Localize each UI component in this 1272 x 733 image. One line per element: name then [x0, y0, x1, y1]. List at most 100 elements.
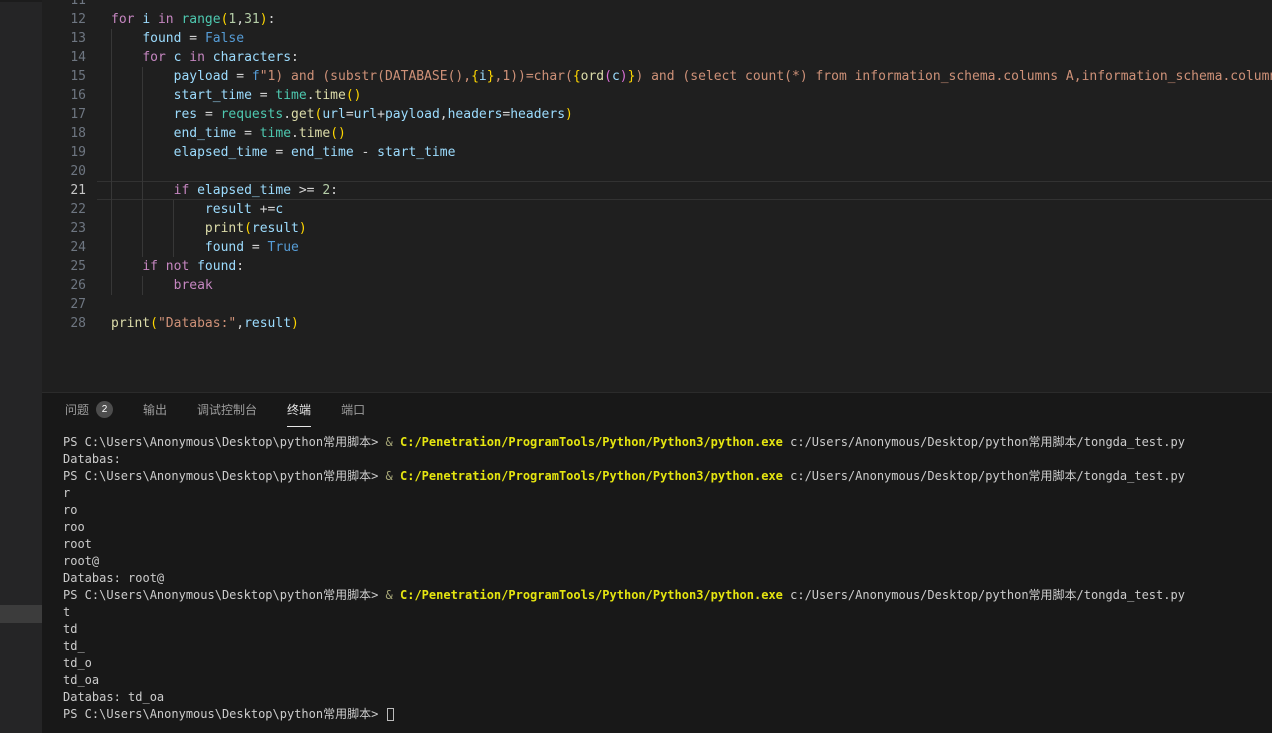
code-token: ) and (select count(*) from information_…	[635, 69, 1272, 84]
line-number: 25	[42, 257, 86, 276]
code-text: break	[111, 276, 213, 295]
code-token: ord	[581, 69, 604, 84]
code-line[interactable]: 23 print(result)	[42, 219, 1272, 238]
line-number: 15	[42, 67, 86, 86]
code-line[interactable]: 28print("Databas:",result)	[42, 314, 1272, 333]
code-token: print	[111, 316, 150, 331]
code-line[interactable]: 15 payload = f"1) and (substr(DATABASE()…	[42, 67, 1272, 86]
code-token: {	[573, 69, 581, 84]
line-number: 13	[42, 29, 86, 48]
code-token: end_time	[291, 145, 361, 160]
code-token: 2	[322, 183, 330, 198]
code-token: payload	[174, 69, 237, 84]
code-token: url	[322, 107, 345, 122]
panel-tab-debug-console[interactable]: 调试控制台	[197, 393, 257, 427]
panel-tab-terminal-label: 终端	[287, 401, 311, 418]
code-token: end_time	[174, 126, 244, 141]
indent-guide	[111, 162, 112, 181]
code-line[interactable]: 14 for c in characters:	[42, 48, 1272, 67]
code-token: )	[291, 316, 299, 331]
indent-guide	[142, 162, 143, 181]
sidebar-scrollbar-thumb[interactable]	[0, 605, 42, 623]
code-line[interactable]: 18 end_time = time.time()	[42, 124, 1272, 143]
panel-tab-terminal[interactable]: 终端	[287, 393, 311, 427]
term-token: &	[386, 588, 400, 602]
code-line[interactable]: 25 if not found:	[42, 257, 1272, 276]
code-text: if elapsed_time >= 2:	[111, 181, 338, 200]
term-token: &	[386, 469, 400, 483]
code-token	[111, 221, 205, 236]
term-token: &	[386, 435, 400, 449]
code-token: headers	[448, 107, 503, 122]
code-line[interactable]: 12for i in range(1,31):	[42, 10, 1272, 29]
code-token: ,	[236, 316, 244, 331]
code-token: :	[268, 12, 276, 27]
panel-tab-output-label: 输出	[143, 401, 167, 418]
code-line[interactable]: 21 if elapsed_time >= 2:	[42, 181, 1272, 200]
code-token	[111, 278, 174, 293]
code-line[interactable]: 11	[42, 0, 1272, 10]
code-token: i	[142, 12, 158, 27]
code-text: print("Databas:",result)	[111, 314, 299, 333]
code-line[interactable]: 27	[42, 295, 1272, 314]
code-line[interactable]: 26 break	[42, 276, 1272, 295]
line-number: 22	[42, 200, 86, 219]
code-token: )	[620, 69, 628, 84]
code-token: }	[487, 69, 495, 84]
code-token: for	[142, 50, 173, 65]
code-token: +	[377, 107, 385, 122]
terminal[interactable]: PS C:\Users\Anonymous\Desktop\python常用脚本…	[63, 434, 1272, 733]
code-token: found	[197, 259, 236, 274]
code-text: print(result)	[111, 219, 307, 238]
code-token	[111, 240, 205, 255]
code-token: c	[612, 69, 620, 84]
code-text: if not found:	[111, 257, 244, 276]
code-token: ,	[440, 107, 448, 122]
line-number: 21	[42, 181, 86, 200]
panel-tab-problems[interactable]: 问题 2	[65, 393, 113, 427]
code-token: ,1))=char(	[495, 69, 573, 84]
code-line[interactable]: 16 start_time = time.time()	[42, 86, 1272, 105]
code-text: for c in characters:	[111, 48, 299, 67]
code-line[interactable]: 24 found = True	[42, 238, 1272, 257]
code-token: "Databas:"	[158, 316, 236, 331]
code-line[interactable]: 17 res = requests.get(url=url+payload,he…	[42, 105, 1272, 124]
code-token: :	[330, 183, 338, 198]
code-token	[111, 126, 174, 141]
terminal-line: Databas:	[63, 451, 1272, 468]
code-token: =	[260, 88, 276, 103]
code-line[interactable]: 13 found = False	[42, 29, 1272, 48]
code-token: .	[291, 126, 299, 141]
panel-tab-ports-label: 端口	[341, 401, 365, 418]
code-token: elapsed_time	[174, 145, 276, 160]
code-line[interactable]: 22 result +=c	[42, 200, 1272, 219]
code-token	[111, 183, 174, 198]
code-token: get	[291, 107, 314, 122]
code-token: =	[244, 126, 260, 141]
code-token: .	[307, 88, 315, 103]
panel-tab-output[interactable]: 输出	[143, 393, 167, 427]
code-line[interactable]: 19 elapsed_time = end_time - start_time	[42, 143, 1272, 162]
code-token	[111, 31, 142, 46]
panel-tab-problems-label: 问题	[65, 401, 89, 418]
code-token: -	[361, 145, 377, 160]
bottom-panel: 问题 2 输出 调试控制台 终端 端口 PS C:\Users\Anonymou…	[42, 392, 1272, 733]
code-token	[111, 50, 142, 65]
terminal-line: PS C:\Users\Anonymous\Desktop\python常用脚本…	[63, 587, 1272, 604]
code-token: {	[471, 69, 479, 84]
line-number: 24	[42, 238, 86, 257]
code-text: found = True	[111, 238, 299, 257]
line-number: 16	[42, 86, 86, 105]
code-token: start_time	[174, 88, 260, 103]
panel-tab-ports[interactable]: 端口	[341, 393, 365, 427]
code-token: range	[181, 12, 220, 27]
code-line[interactable]: 20	[42, 162, 1272, 181]
code-token: ()	[330, 126, 346, 141]
code-token: =	[205, 107, 221, 122]
code-token: time	[315, 88, 346, 103]
line-number: 26	[42, 276, 86, 295]
code-editor[interactable]: 1112for i in range(1,31):13 found = Fals…	[42, 0, 1272, 392]
term-token: roo	[63, 520, 85, 534]
code-token: requests	[221, 107, 284, 122]
terminal-cursor	[387, 708, 394, 721]
